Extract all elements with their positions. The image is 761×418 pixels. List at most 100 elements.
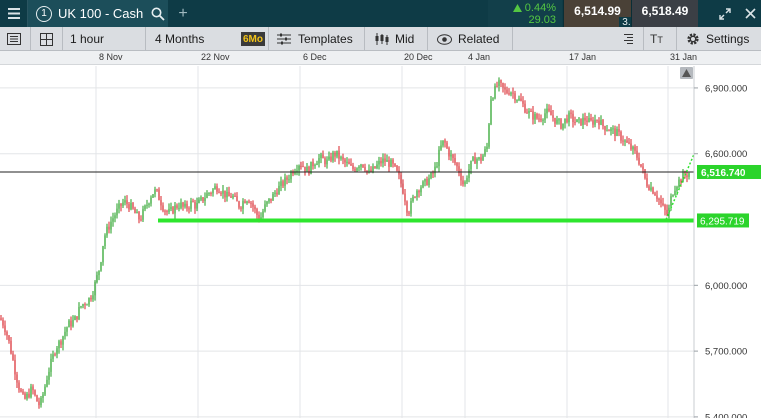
candle-body <box>674 190 676 195</box>
candle-body <box>532 111 534 120</box>
candle-body <box>592 120 594 125</box>
sell-price: 6,514.99 <box>574 3 621 18</box>
candle-body <box>244 201 246 204</box>
candle-body <box>84 304 86 306</box>
candle-body <box>228 191 230 197</box>
candle-body <box>154 189 156 195</box>
price-axis-background <box>694 66 761 418</box>
candle-body <box>4 325 6 332</box>
candle-body <box>78 306 80 320</box>
candle-body <box>176 205 178 208</box>
candle-body <box>322 154 324 159</box>
expand-button[interactable] <box>714 0 736 27</box>
candle-body <box>440 145 442 150</box>
candle-body <box>526 112 528 114</box>
candle-body <box>164 210 166 212</box>
candle-body <box>286 177 288 180</box>
candle-body <box>652 187 654 194</box>
candle-body <box>350 164 352 166</box>
candle-body <box>40 397 42 406</box>
related-label: Related <box>458 32 500 46</box>
candle-body <box>304 166 306 172</box>
layout-button[interactable] <box>32 27 60 51</box>
candle-body <box>276 192 278 195</box>
related-button[interactable]: Related <box>437 27 499 51</box>
candle-body <box>654 193 656 196</box>
candle-body <box>506 89 508 94</box>
price-type-dropdown[interactable]: Mid <box>375 27 414 51</box>
candle-body <box>190 200 192 209</box>
candle-body <box>392 159 394 164</box>
candle-body <box>570 112 572 114</box>
candle-body <box>670 196 672 208</box>
candle-body <box>130 202 132 210</box>
candle-body <box>166 211 168 213</box>
candle-body <box>510 92 512 95</box>
candle-body <box>146 204 148 206</box>
candle-body <box>566 118 568 123</box>
expand-icon <box>719 7 731 20</box>
search-icon[interactable] <box>151 7 165 21</box>
candle-body <box>134 208 136 214</box>
add-tab-button[interactable]: + <box>168 0 198 27</box>
candle-body <box>428 178 430 186</box>
period-badge[interactable]: 6Mo <box>241 32 265 46</box>
scroll-to-latest-icon[interactable] <box>680 67 693 79</box>
price-tick-label: 6,000.000 <box>705 281 747 292</box>
candle-body <box>36 395 38 402</box>
date-axis: 8 Nov 22 Nov 6 Dec 20 Dec 4 Jan 17 Jan 3… <box>0 51 761 65</box>
sidebar-toggle-button[interactable] <box>0 27 28 51</box>
candle-body <box>622 140 624 142</box>
candle-body <box>366 170 368 172</box>
candle-body <box>528 110 530 114</box>
candle-body <box>588 118 590 122</box>
candle-body <box>132 202 134 209</box>
instrument-tab[interactable]: 1 UK 100 - Cash <box>28 0 168 27</box>
price-tick-label: 6,900.000 <box>705 83 747 94</box>
interval-dropdown[interactable]: 1 hour <box>70 27 104 51</box>
data-table-button[interactable] <box>620 27 634 51</box>
templates-label: Templates <box>298 32 353 46</box>
candle-body <box>416 190 418 198</box>
candle-body <box>320 154 322 159</box>
candle-body <box>550 110 552 116</box>
buy-price-button[interactable]: 6,518.49 <box>631 0 698 27</box>
candle-body <box>122 202 124 206</box>
candle-body <box>212 189 214 194</box>
candle-body <box>136 211 138 214</box>
date-label: 17 Jan <box>569 52 597 62</box>
candle-body <box>564 118 566 124</box>
candle-body <box>384 158 386 162</box>
range-dropdown[interactable]: 4 Months <box>155 27 204 51</box>
candle-body <box>98 270 100 276</box>
candle-body <box>56 348 58 355</box>
candle-body <box>284 177 286 186</box>
settings-button[interactable]: Settings <box>686 27 749 51</box>
close-button[interactable] <box>739 0 761 27</box>
candle-body <box>12 353 14 360</box>
candle-body <box>112 218 114 222</box>
menu-button[interactable] <box>0 0 28 27</box>
candle-body <box>406 201 408 213</box>
candle-body <box>640 164 642 167</box>
candle-body <box>514 93 516 101</box>
candle-body <box>572 113 574 123</box>
buy-price: 6,518.49 <box>641 3 689 18</box>
templates-button[interactable]: Templates <box>277 27 353 51</box>
candle-body <box>268 198 270 202</box>
candle-body <box>334 152 336 157</box>
candle-body <box>476 158 478 164</box>
candle-body <box>604 126 606 131</box>
text-size-button[interactable]: TT <box>650 27 663 51</box>
candle-body <box>402 183 404 194</box>
candle-body <box>452 154 454 158</box>
list-icon <box>7 33 21 45</box>
candle-body <box>172 207 174 214</box>
candle-body <box>332 152 334 161</box>
candle-body <box>358 166 360 169</box>
range-label: 4 Months <box>155 32 205 46</box>
candle-body <box>8 335 10 341</box>
price-chart[interactable]: 6,900.000 6,600.000 6,000.000 5,700.000 5,40… <box>0 66 761 418</box>
candle-body <box>150 197 152 204</box>
candle-body <box>22 391 24 394</box>
